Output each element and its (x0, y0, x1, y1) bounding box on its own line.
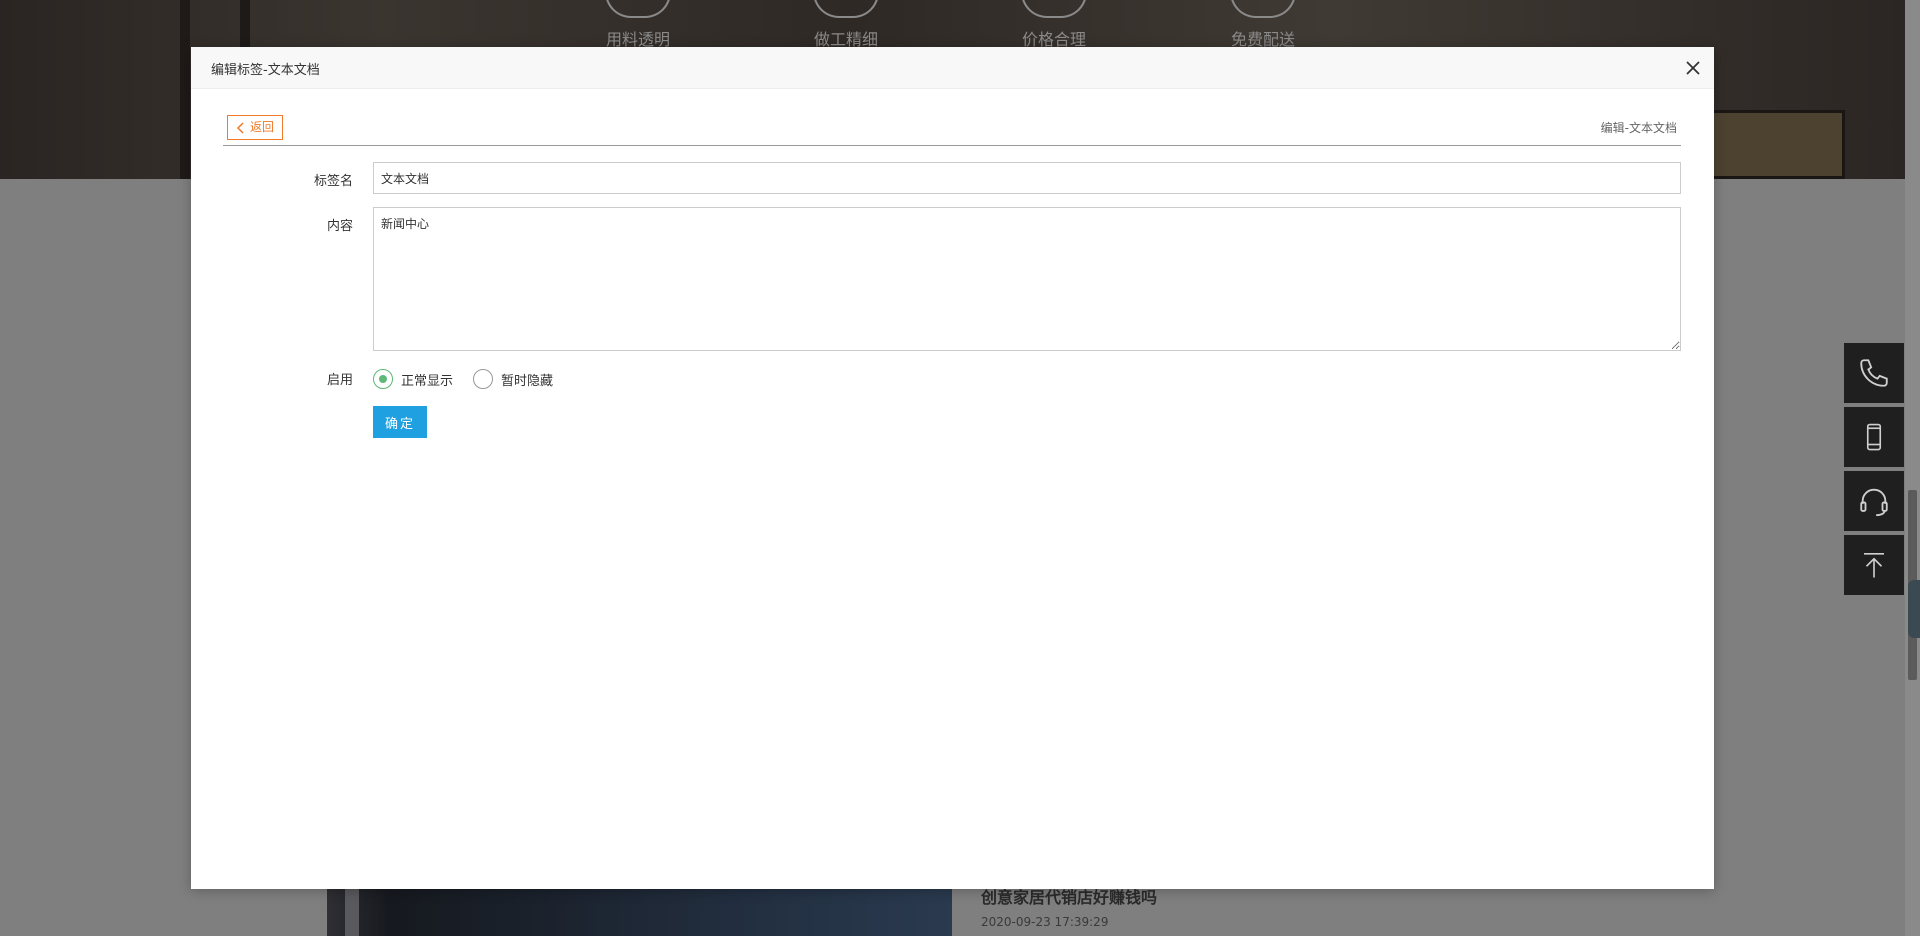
back-to-top-icon (1864, 552, 1884, 578)
back-button-label: 返回 (250, 120, 275, 134)
news-thumbnail (327, 888, 952, 936)
mobile-button[interactable] (1844, 407, 1904, 467)
radio-option-show[interactable]: 正常显示 (373, 369, 453, 389)
edit-tag-dialog: 编辑标签-文本文档 返回 编辑-文本文档 标签名 内容 新闻中心 启用 正常显示… (191, 47, 1714, 889)
radio-label: 正常显示 (401, 373, 454, 389)
phone-icon (1860, 359, 1888, 387)
page-scrollbar[interactable] (1905, 0, 1920, 936)
mobile-icon (1866, 423, 1882, 451)
tag-name-input[interactable] (373, 162, 1681, 194)
close-icon[interactable] (1684, 59, 1702, 77)
radio-label: 暂时隐藏 (501, 373, 554, 389)
back-button[interactable]: 返回 (227, 115, 284, 140)
radio-option-hide[interactable]: 暂时隐藏 (473, 369, 553, 389)
feature-circle-icon (1021, 0, 1087, 18)
feature-circle-icon (605, 0, 671, 18)
decor-lamp (1705, 110, 1845, 179)
decor-pole (180, 0, 190, 179)
confirm-button[interactable]: 确定 (373, 406, 427, 438)
feature-item: 用料透明 (563, 0, 713, 50)
enable-radio-group: 正常显示 暂时隐藏 (373, 369, 573, 389)
feature-item: 价格合理 (979, 0, 1129, 50)
dialog-title: 编辑标签-文本文档 (211, 63, 320, 78)
feature-item: 做工精细 (771, 0, 921, 50)
side-handle[interactable] (1908, 580, 1920, 638)
news-date: 2020-09-23 17:39:29 (981, 915, 1109, 929)
dialog-header: 编辑标签-文本文档 (191, 47, 1714, 89)
headset-icon (1860, 488, 1888, 517)
breadcrumb: 编辑-文本文档 (1600, 121, 1677, 135)
feature-circle-icon (1230, 0, 1296, 18)
dialog-toolbar: 返回 编辑-文本文档 (223, 115, 1681, 146)
phone-button[interactable] (1844, 343, 1904, 403)
support-button[interactable] (1844, 471, 1904, 531)
floating-toolbar (1844, 343, 1904, 599)
tag-name-label: 标签名 (313, 174, 353, 189)
radio-checked-icon[interactable] (373, 369, 393, 389)
content-label: 内容 (326, 219, 353, 234)
back-to-top-button[interactable] (1844, 535, 1904, 595)
feature-item: 免费配送 (1188, 0, 1338, 50)
content-textarea[interactable]: 新闻中心 (373, 207, 1681, 351)
feature-circle-icon (813, 0, 879, 18)
enable-label: 启用 (326, 373, 353, 388)
chevron-left-icon (236, 121, 244, 134)
radio-unchecked-icon[interactable] (473, 369, 494, 389)
